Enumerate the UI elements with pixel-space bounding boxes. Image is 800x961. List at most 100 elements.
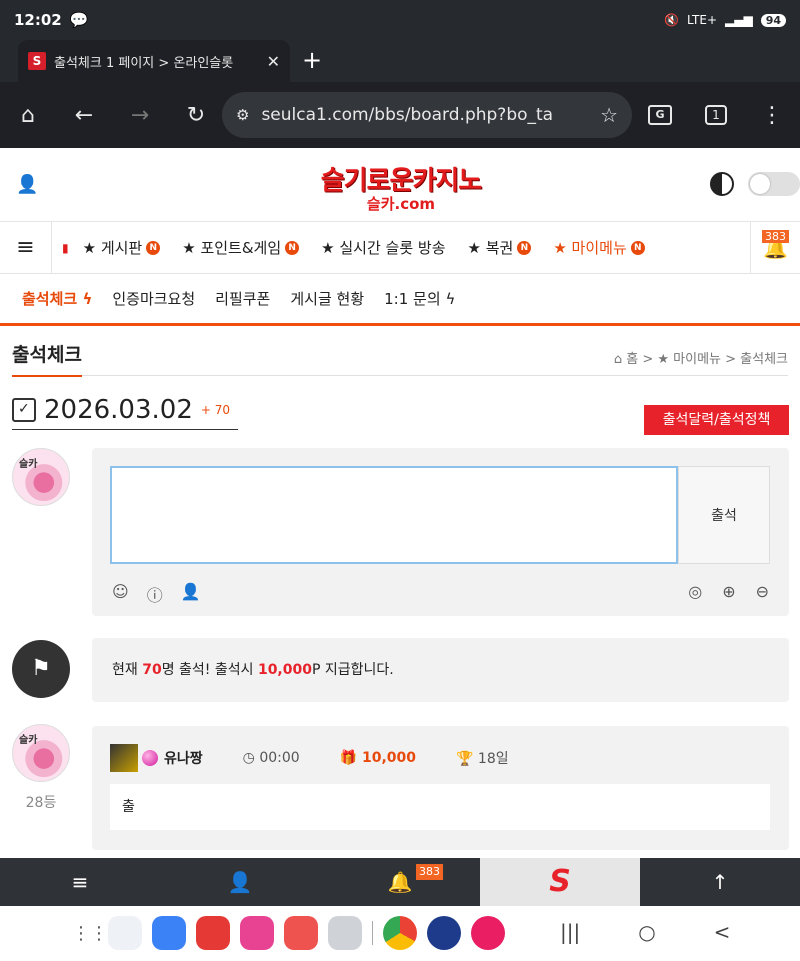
breadcrumb: ⌂ 홈 > ★ 마이메뉴 > 출석체크 bbox=[614, 348, 788, 367]
menu-item-board[interactable]: ★ 게시판 N bbox=[83, 237, 161, 258]
flower-app-icon[interactable] bbox=[240, 916, 274, 950]
clock: 12:02 bbox=[14, 11, 62, 29]
tab-count: 1 bbox=[705, 105, 727, 125]
url-text[interactable]: seulca1.com/bbs/board.php?bo_ta bbox=[261, 105, 600, 125]
new-tab-icon[interactable]: + bbox=[302, 46, 322, 74]
menu-item-label: ★ 복권 bbox=[467, 239, 514, 257]
dock-separator bbox=[372, 921, 373, 945]
chrome-app-icon[interactable] bbox=[383, 916, 417, 950]
app-drawer-icon[interactable]: ⋮⋮ bbox=[72, 923, 108, 944]
calendar-check-icon bbox=[12, 397, 36, 422]
sub-menu: 출석체크 ϟ 인증마크요청 리필쿠폰 게시글 현황 1:1 문의 ϟ bbox=[0, 274, 800, 326]
translate-icon: G bbox=[648, 105, 672, 125]
back-icon[interactable]: ← bbox=[56, 103, 112, 128]
status-bar: 12:02 💬 🔇 LTE+ ▂▄▆ 94 bbox=[0, 0, 800, 40]
tab-inquiry[interactable]: 1:1 문의 ϟ bbox=[384, 288, 455, 309]
attendance-notice: 현재 70명 출석! 출석시 10,000P 지급합니다. bbox=[92, 638, 789, 702]
network-label: LTE+ bbox=[687, 13, 717, 27]
forward-icon[interactable]: → bbox=[112, 103, 168, 128]
tab-attendance[interactable]: 출석체크 ϟ bbox=[22, 288, 92, 309]
time-value: 00:00 bbox=[259, 750, 300, 766]
app-dock: ⋮⋮ bbox=[72, 916, 505, 950]
browser-tab[interactable]: S 출석체크 1 페이지 > 온라인슬롯 ✕ bbox=[18, 40, 290, 82]
bottom-user-icon[interactable]: 👤 bbox=[160, 858, 320, 906]
bottom-nav: ≡ 👤 🔔 383 S ↑ bbox=[0, 858, 800, 906]
minus-circle-icon[interactable]: ⊖ bbox=[756, 582, 769, 601]
points-value: 10,000 bbox=[361, 750, 417, 766]
menu-item-label: ★ 포인트&게임 bbox=[182, 239, 282, 257]
notification-button[interactable]: 🔔 383 bbox=[750, 222, 800, 274]
contacts-app-icon[interactable] bbox=[196, 916, 230, 950]
nickname[interactable]: 유나짱 bbox=[164, 748, 203, 768]
new-badge: N bbox=[285, 240, 300, 255]
signal-icon: ▂▄▆ bbox=[725, 13, 753, 27]
more-menu-icon[interactable]: ⋮ bbox=[744, 103, 800, 128]
address-bar[interactable]: ⚙ seulca1.com/bbs/board.php?bo_ta ☆ bbox=[222, 92, 632, 138]
breadcrumb-text[interactable]: 홈 > ★ 마이메뉴 > 출석체크 bbox=[626, 352, 788, 367]
attendance-entry: 유나짱 ◷ 00:00 🎁 10,000 🏆 18일 출 bbox=[92, 726, 789, 850]
attendance-write-box: 출석 ☺ ⓘ 👤 ◎ ⊕ ⊖ bbox=[92, 448, 789, 616]
user-icon[interactable]: 👤 bbox=[181, 582, 201, 606]
tab-label: 1:1 문의 bbox=[384, 290, 441, 308]
reward-points: 10,000 bbox=[257, 662, 312, 678]
menu-item-my-menu[interactable]: ★ 마이메뉴 N bbox=[553, 237, 645, 258]
compass-icon[interactable]: ◎ bbox=[688, 582, 702, 601]
avatar-tag: 슬카 bbox=[19, 459, 38, 470]
bookmark-star-icon[interactable]: ☆ bbox=[600, 103, 618, 127]
bottom-home-logo-button[interactable]: S bbox=[480, 858, 640, 906]
menu-item-live-slot[interactable]: ★ 실시간 슬롯 방송 bbox=[321, 237, 445, 258]
attend-submit-button[interactable]: 출석 bbox=[678, 466, 770, 564]
user-icon[interactable]: 👤 bbox=[16, 174, 38, 195]
home-icon[interactable]: ⌂ bbox=[0, 103, 56, 128]
grade-ball-icon bbox=[142, 750, 158, 766]
tab-switcher-button[interactable]: 1 bbox=[688, 105, 744, 125]
close-tab-icon[interactable]: ✕ bbox=[267, 52, 280, 71]
recent-apps-icon[interactable]: ||| bbox=[560, 920, 580, 944]
attendance-comment-input[interactable] bbox=[110, 466, 678, 564]
tab-title: 출석체크 1 페이지 > 온라인슬롯 bbox=[54, 55, 234, 71]
page-title: 출석체크 bbox=[12, 340, 82, 377]
dark-mode-toggle[interactable] bbox=[748, 172, 800, 196]
reload-icon[interactable]: ↻ bbox=[168, 103, 224, 128]
days-value: 18일 bbox=[477, 751, 509, 767]
clock-icon: ◷ bbox=[242, 750, 260, 766]
menu-item-points-game[interactable]: ★ 포인트&게임 N bbox=[182, 237, 300, 258]
site-settings-icon[interactable]: ⚙ bbox=[236, 106, 249, 124]
avatar-tag: 슬카 bbox=[19, 735, 38, 746]
camera-app-icon[interactable] bbox=[328, 916, 362, 950]
red-app-icon[interactable] bbox=[471, 916, 505, 950]
emoji-icon[interactable]: ☺ bbox=[112, 582, 129, 606]
entry-days: 🏆 18일 bbox=[456, 748, 509, 768]
notes-app-icon[interactable] bbox=[284, 916, 318, 950]
bottom-menu-icon[interactable]: ≡ bbox=[0, 858, 160, 906]
translate-button[interactable]: G bbox=[632, 105, 688, 125]
menu-item-lottery[interactable]: ★ 복권 N bbox=[468, 237, 532, 258]
tab-cert-mark-request[interactable]: 인증마크요청 bbox=[112, 288, 195, 309]
tab-post-status[interactable]: 게시글 현황 bbox=[290, 288, 364, 309]
attendance-calendar-policy-button[interactable]: 출석달력/출석정책 bbox=[644, 405, 789, 435]
bottom-notification-button[interactable]: 🔔 383 bbox=[320, 858, 480, 906]
entry-comment: 출 bbox=[110, 784, 770, 830]
menu-scroll-indicator: ▮ bbox=[62, 240, 69, 255]
site-header: 👤 슬기로운카지노 슬카.com bbox=[0, 148, 800, 222]
scroll-top-icon[interactable]: ↑ bbox=[640, 858, 800, 906]
site-favicon-icon: S bbox=[28, 52, 46, 70]
site-logo[interactable]: 슬기로운카지노 슬카.com bbox=[316, 160, 486, 214]
game-app-icon[interactable] bbox=[427, 916, 461, 950]
attendance-count-delta: + 70 bbox=[200, 402, 231, 417]
tab-label: 출석체크 bbox=[22, 290, 78, 308]
home-button-icon[interactable]: ○ bbox=[638, 920, 655, 944]
logo-main: 슬기로운카지노 bbox=[320, 166, 482, 196]
tab-refill-coupon[interactable]: 리필쿠폰 bbox=[215, 288, 270, 309]
level-icon bbox=[110, 744, 138, 772]
info-icon[interactable]: ⓘ bbox=[147, 582, 163, 606]
hamburger-menu-icon[interactable]: ≡ bbox=[0, 221, 52, 274]
contrast-icon[interactable] bbox=[710, 172, 734, 196]
plus-circle-icon[interactable]: ⊕ bbox=[722, 582, 735, 601]
lightning-icon: ϟ bbox=[445, 290, 456, 308]
phone-app-icon[interactable] bbox=[108, 916, 142, 950]
menu-item-label: ★ 마이메뉴 bbox=[553, 239, 627, 257]
back-button-icon[interactable]: < bbox=[714, 920, 731, 944]
mute-icon: 🔇 bbox=[664, 13, 679, 27]
messages-app-icon[interactable] bbox=[152, 916, 186, 950]
